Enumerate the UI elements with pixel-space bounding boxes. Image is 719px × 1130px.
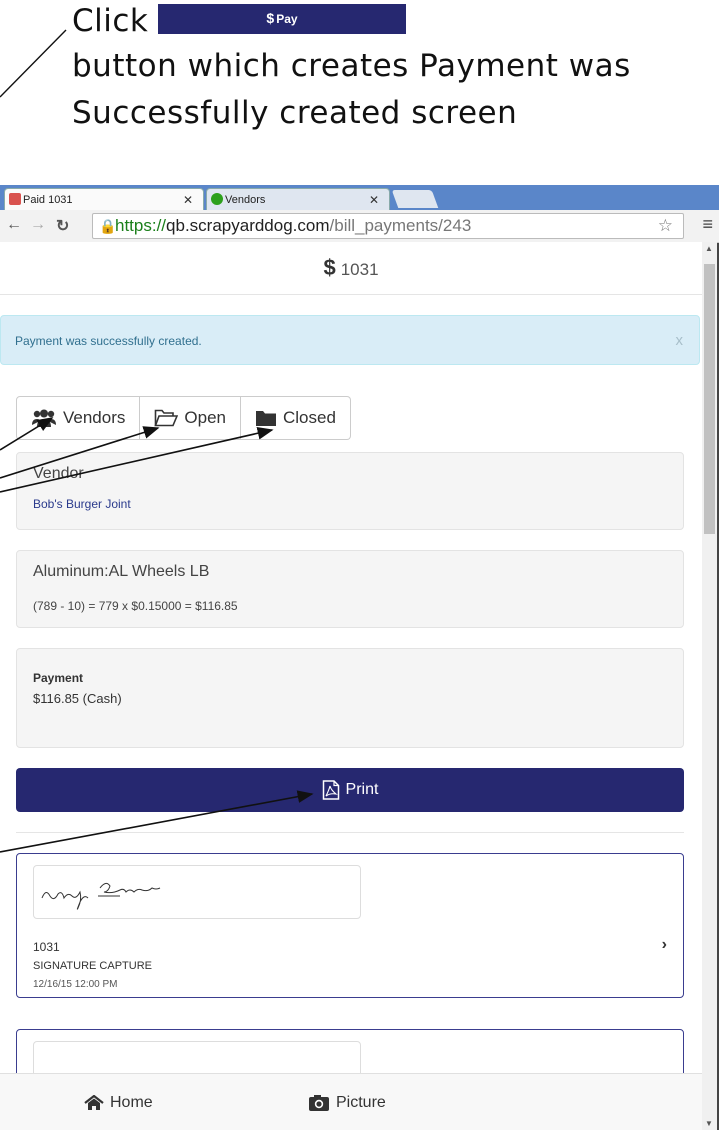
url-scheme: https:// (115, 216, 167, 235)
scrollbar[interactable]: ▲ ▼ (702, 242, 717, 1130)
dog-logo-icon (9, 193, 21, 205)
back-icon[interactable]: ← (6, 216, 22, 234)
tab-label: Vendors (225, 194, 266, 206)
camera-icon (309, 1094, 329, 1111)
home-nav-label: Home (110, 1093, 153, 1111)
annotation-pointer-line (0, 29, 67, 98)
qb-logo-icon (211, 193, 223, 205)
picture-nav-button[interactable]: Picture (308, 1074, 386, 1130)
divider (16, 832, 684, 833)
picture-nav-label: Picture (336, 1093, 386, 1111)
dollar-icon: $ (266, 10, 275, 26)
signature-number: 1031 (33, 940, 60, 954)
vendors-button-label: Vendors (63, 408, 126, 427)
vendor-panel: Vendor Bob's Burger Joint (16, 452, 684, 530)
pay-sample-label: Pay (276, 12, 298, 26)
forward-icon[interactable]: → (30, 216, 46, 234)
pay-button-sample: $ Pay (158, 4, 406, 34)
annotation-click-text: Click (72, 3, 149, 39)
url-path: /bill_payments/243 (329, 216, 472, 235)
browser-tab-vendors[interactable]: Vendors ✕ (206, 188, 390, 210)
browser-tab-paid[interactable]: Paid 1031 ✕ (4, 188, 204, 210)
tab-label: Paid 1031 (23, 194, 73, 206)
annotation-line-2: button which creates Payment was (72, 48, 631, 84)
payment-value: $116.85 (Cash) (33, 691, 122, 706)
signature-date: 12/16/15 12:00 PM (33, 979, 118, 990)
closed-button[interactable]: Closed (240, 396, 351, 440)
folder-closed-icon (255, 411, 276, 426)
scroll-down-arrow-icon[interactable]: ▼ (705, 1119, 713, 1128)
reload-icon[interactable]: ↻ (56, 216, 69, 236)
line-item-title: Aluminum:AL Wheels LB (33, 563, 210, 580)
vendors-button[interactable]: Vendors (16, 396, 141, 440)
open-button-label: Open (184, 408, 226, 427)
closed-button-label: Closed (282, 408, 336, 427)
folder-open-icon (154, 409, 179, 427)
signature-image (33, 865, 361, 919)
vendor-name-link[interactable]: Bob's Burger Joint (33, 497, 667, 511)
status-button-group: Vendors Open Closed (16, 396, 351, 440)
annotation-line-3: Successfully created screen (72, 95, 518, 131)
print-button-label: Print (345, 781, 379, 798)
payment-panel: Payment $116.85 (Cash) (16, 648, 684, 748)
menu-icon[interactable]: ≡ (702, 214, 713, 235)
new-tab-button[interactable] (391, 190, 439, 208)
users-icon (32, 409, 56, 427)
payment-label: Payment (33, 671, 84, 685)
home-icon (84, 1094, 104, 1110)
print-button[interactable]: Print (16, 768, 684, 812)
url-field[interactable]: 🔒 https://qb.scrapyarddog.com/bill_payme… (92, 213, 684, 239)
alert-message: Payment was successfully created. (15, 334, 202, 348)
vendor-heading: Vendor (33, 465, 84, 482)
close-icon[interactable]: ✕ (183, 189, 193, 211)
line-item-panel: Aluminum:AL Wheels LB (789 - 10) = 779 x… (16, 550, 684, 628)
home-nav-button[interactable]: Home (84, 1074, 153, 1130)
url-host: qb.scrapyarddog.com (166, 216, 330, 235)
line-item-calculation: (789 - 10) = 779 x $0.15000 = $116.85 (33, 599, 238, 613)
scroll-up-arrow-icon[interactable]: ▲ (705, 244, 713, 253)
success-alert: Payment was successfully created. x (0, 315, 700, 365)
chevron-right-icon[interactable]: › (662, 936, 667, 954)
signature-card[interactable]: 1031 SIGNATURE CAPTURE 12/16/15 12:00 PM… (16, 853, 684, 998)
signature-type: SIGNATURE CAPTURE (33, 960, 152, 972)
bookmark-star-icon[interactable]: ☆ (658, 214, 673, 238)
page-title: $1031 (0, 242, 702, 295)
address-bar: ← → ↻ 🔒 https://qb.scrapyarddog.com/bill… (0, 210, 719, 243)
page-title-text: 1031 (340, 260, 379, 279)
page-viewport: $1031 Payment was successfully created. … (0, 242, 702, 1130)
tab-strip: Paid 1031 ✕ Vendors ✕ (0, 185, 719, 210)
bottom-navigation: Home Picture (0, 1073, 702, 1130)
lock-icon: 🔒 (99, 218, 117, 234)
dollar-icon: $ (323, 255, 336, 280)
browser-window: Paid 1031 ✕ Vendors ✕ ← → ↻ 🔒 https://qb… (0, 185, 719, 1130)
open-button[interactable]: Open (140, 396, 241, 440)
scroll-thumb[interactable] (704, 264, 715, 534)
close-icon[interactable]: ✕ (369, 189, 379, 211)
alert-close-button[interactable]: x (676, 316, 684, 366)
pdf-file-icon (322, 780, 339, 800)
